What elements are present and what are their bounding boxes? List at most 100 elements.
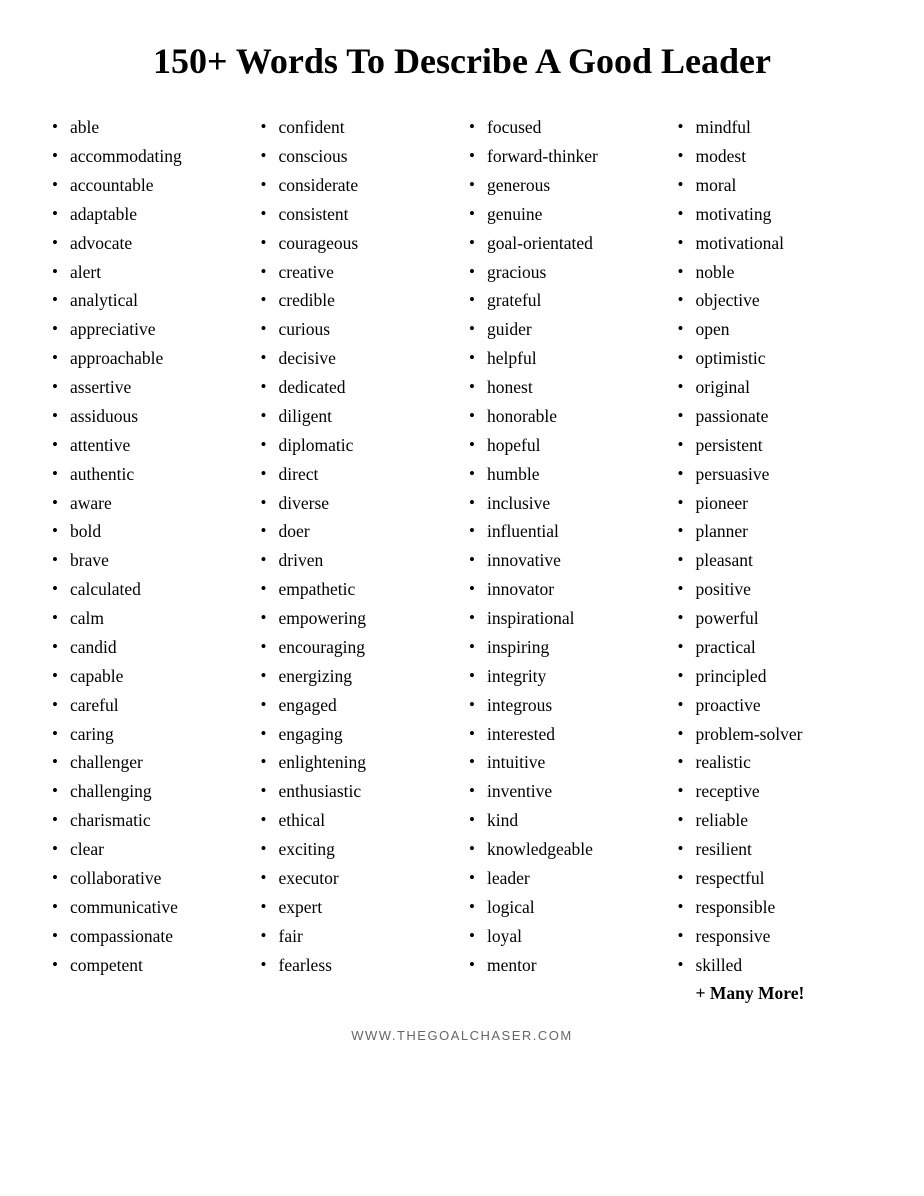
list-item: curious <box>259 315 458 344</box>
footer-url: WWW.THEGOALCHASER.COM <box>50 1028 874 1043</box>
list-item: integrous <box>467 691 666 720</box>
list-item: inventive <box>467 777 666 806</box>
list-item: motivational <box>676 229 875 258</box>
list-item: moral <box>676 171 875 200</box>
list-item: pleasant <box>676 546 875 575</box>
list-item: adaptable <box>50 200 249 229</box>
list-item: doer <box>259 517 458 546</box>
list-item: direct <box>259 460 458 489</box>
list-item: challenger <box>50 748 249 777</box>
list-item: encouraging <box>259 633 458 662</box>
list-item: planner <box>676 517 875 546</box>
list-item: persuasive <box>676 460 875 489</box>
list-item: passionate <box>676 402 875 431</box>
list-item: gracious <box>467 258 666 287</box>
list-item: pioneer <box>676 489 875 518</box>
list-item: able <box>50 113 249 142</box>
list-item: goal-orientated <box>467 229 666 258</box>
list-item: influential <box>467 517 666 546</box>
list-item: generous <box>467 171 666 200</box>
list-item: credible <box>259 286 458 315</box>
list-item: empathetic <box>259 575 458 604</box>
list-item: diligent <box>259 402 458 431</box>
list-item: creative <box>259 258 458 287</box>
list-item: energizing <box>259 662 458 691</box>
list-item: aware <box>50 489 249 518</box>
list-item: integrity <box>467 662 666 691</box>
list-item: charismatic <box>50 806 249 835</box>
list-item: intuitive <box>467 748 666 777</box>
list-item: enthusiastic <box>259 777 458 806</box>
list-item: mindful <box>676 113 875 142</box>
list-item: proactive <box>676 691 875 720</box>
list-item: clear <box>50 835 249 864</box>
list-item: analytical <box>50 286 249 315</box>
list-item: careful <box>50 691 249 720</box>
list-item: consistent <box>259 200 458 229</box>
list-item: communicative <box>50 893 249 922</box>
list-item: expert <box>259 893 458 922</box>
list-item: modest <box>676 142 875 171</box>
list-item: approachable <box>50 344 249 373</box>
list-item: innovative <box>467 546 666 575</box>
list-item: grateful <box>467 286 666 315</box>
list-item: decisive <box>259 344 458 373</box>
list-item: respectful <box>676 864 875 893</box>
list-item: interested <box>467 720 666 749</box>
list-item: challenging <box>50 777 249 806</box>
list-item: considerate <box>259 171 458 200</box>
list-item: fearless <box>259 951 458 980</box>
list-item: assertive <box>50 373 249 402</box>
list-item: inspiring <box>467 633 666 662</box>
list-item: collaborative <box>50 864 249 893</box>
list-item: honest <box>467 373 666 402</box>
list-item: leader <box>467 864 666 893</box>
list-item: principled <box>676 662 875 691</box>
list-item: executor <box>259 864 458 893</box>
list-item: responsible <box>676 893 875 922</box>
list-item: honorable <box>467 402 666 431</box>
list-item: fair <box>259 922 458 951</box>
list-item: objective <box>676 286 875 315</box>
list-item: knowledgeable <box>467 835 666 864</box>
list-item: helpful <box>467 344 666 373</box>
list-item: appreciative <box>50 315 249 344</box>
list-item: engaged <box>259 691 458 720</box>
list-item: skilled <box>676 951 875 980</box>
list-item: enlightening <box>259 748 458 777</box>
page-title: 150+ Words To Describe A Good Leader <box>50 40 874 83</box>
list-item: genuine <box>467 200 666 229</box>
list-item: candid <box>50 633 249 662</box>
list-item: motivating <box>676 200 875 229</box>
list-item: engaging <box>259 720 458 749</box>
list-item: authentic <box>50 460 249 489</box>
column-2: confidentconsciousconsiderateconsistentc… <box>259 113 458 1008</box>
list-item: humble <box>467 460 666 489</box>
list-item: accommodating <box>50 142 249 171</box>
list-item: bold <box>50 517 249 546</box>
list-item: competent <box>50 951 249 980</box>
list-item: guider <box>467 315 666 344</box>
list-item: calm <box>50 604 249 633</box>
list-item: forward-thinker <box>467 142 666 171</box>
list-item: mentor <box>467 951 666 980</box>
extra-text: + Many More! <box>676 979 875 1008</box>
word-columns: ableaccommodatingaccountableadaptableadv… <box>50 113 874 1008</box>
list-item: diverse <box>259 489 458 518</box>
list-item: positive <box>676 575 875 604</box>
list-item: innovator <box>467 575 666 604</box>
list-item: hopeful <box>467 431 666 460</box>
list-item: reliable <box>676 806 875 835</box>
list-item: original <box>676 373 875 402</box>
list-item: realistic <box>676 748 875 777</box>
list-item: inspirational <box>467 604 666 633</box>
list-item: brave <box>50 546 249 575</box>
list-item: calculated <box>50 575 249 604</box>
list-item: caring <box>50 720 249 749</box>
list-item: optimistic <box>676 344 875 373</box>
list-item: capable <box>50 662 249 691</box>
list-item: practical <box>676 633 875 662</box>
list-item: persistent <box>676 431 875 460</box>
list-item: compassionate <box>50 922 249 951</box>
list-item: attentive <box>50 431 249 460</box>
